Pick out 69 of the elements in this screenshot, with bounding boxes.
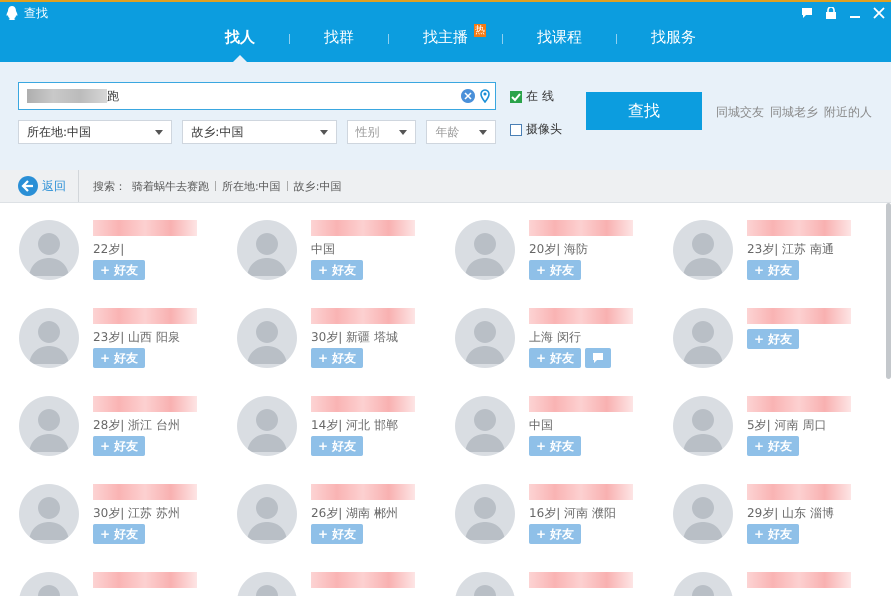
window-title: 查找 bbox=[24, 4, 48, 22]
add-friend-button[interactable]: + 好友 bbox=[747, 329, 800, 349]
user-info: 20岁| 海防 bbox=[529, 241, 590, 255]
lock-icon[interactable] bbox=[825, 7, 837, 19]
add-friend-button[interactable]: + 好友 bbox=[747, 524, 800, 544]
close-icon[interactable] bbox=[873, 7, 885, 19]
user-info: 28岁| 浙江 台州 bbox=[93, 417, 181, 431]
caret-icon bbox=[479, 130, 487, 134]
user-info: 22岁| bbox=[93, 241, 126, 255]
search-term: 所在地:中国 bbox=[222, 178, 281, 194]
search-button[interactable]: 查找 bbox=[586, 92, 702, 130]
user-info: 14岁| 河北 邯郸 bbox=[311, 417, 399, 431]
search-field[interactable]: 跑 bbox=[18, 82, 496, 110]
user-info: 中国 bbox=[311, 241, 336, 255]
user-info: 23岁| 江苏 南通 bbox=[747, 241, 835, 255]
clear-icon[interactable] bbox=[461, 89, 475, 103]
speech-bubble-icon bbox=[592, 353, 604, 363]
add-friend-button[interactable]: + 好友 bbox=[529, 260, 582, 280]
scrollbar[interactable] bbox=[886, 203, 891, 379]
search-term: 骑着蜗牛去赛跑 bbox=[132, 178, 209, 194]
add-friend-button[interactable]: + 好友 bbox=[529, 348, 582, 368]
filter-dropdown[interactable]: 故乡:中国 bbox=[182, 120, 337, 144]
add-friend-button[interactable]: + 好友 bbox=[93, 260, 146, 280]
location-pin-icon[interactable] bbox=[479, 89, 491, 103]
user-info: 23岁| 山西 阳泉 bbox=[93, 329, 181, 343]
add-friend-button[interactable]: + 好友 bbox=[93, 348, 146, 368]
penguin-icon bbox=[6, 6, 18, 20]
search-term: 故乡:中国 bbox=[294, 178, 342, 194]
user-info: 30岁| 新疆 塔城 bbox=[311, 329, 399, 343]
filter-dropdown[interactable]: 性别 bbox=[346, 120, 416, 144]
tab[interactable]: 找群 bbox=[290, 24, 388, 62]
caret-icon bbox=[155, 130, 164, 134]
tab[interactable]: 找课程 bbox=[503, 24, 616, 62]
quick-link[interactable]: 同城老乡 bbox=[770, 104, 818, 170]
user-info: 16岁| 河南 濮阳 bbox=[529, 505, 617, 519]
add-friend-button[interactable]: + 好友 bbox=[529, 524, 582, 544]
caret-icon bbox=[399, 130, 408, 134]
quick-link[interactable]: 同城交友 bbox=[716, 104, 764, 170]
add-friend-button[interactable]: + 好友 bbox=[529, 436, 582, 456]
feedback-icon[interactable] bbox=[801, 7, 813, 19]
add-friend-button[interactable]: + 好友 bbox=[93, 436, 146, 456]
add-friend-button[interactable]: + 好友 bbox=[747, 260, 800, 280]
tab[interactable]: 找服务 bbox=[617, 24, 730, 62]
checkbox[interactable]: 在 线 bbox=[510, 88, 572, 105]
search-label: 搜索： bbox=[93, 178, 126, 194]
user-info: 29岁| 山东 淄博 bbox=[747, 505, 835, 519]
chat-button[interactable] bbox=[585, 348, 612, 368]
checkbox-box[interactable] bbox=[510, 90, 522, 102]
user-info: 30岁| 江苏 苏州 bbox=[93, 505, 181, 519]
user-info: 上海 闵行 bbox=[529, 329, 582, 343]
user-info: 26岁| 湖南 郴州 bbox=[311, 505, 399, 519]
add-friend-button[interactable]: + 好友 bbox=[747, 436, 800, 456]
filter-dropdown[interactable]: 所在地:中国 bbox=[18, 120, 172, 144]
add-friend-button[interactable]: + 好友 bbox=[311, 524, 364, 544]
tab[interactable]: 找人 bbox=[191, 24, 289, 62]
filter-dropdown[interactable]: 年龄 bbox=[426, 120, 496, 144]
checkbox[interactable]: 摄像头 bbox=[510, 121, 572, 138]
add-friend-button[interactable]: + 好友 bbox=[311, 348, 364, 368]
hot-badge: 热 bbox=[474, 24, 486, 37]
back-button[interactable]: 返回 bbox=[0, 170, 79, 202]
add-friend-button[interactable]: + 好友 bbox=[93, 524, 146, 544]
caret-icon bbox=[320, 130, 328, 134]
checkbox-box[interactable] bbox=[510, 124, 522, 136]
add-friend-button[interactable]: + 好友 bbox=[311, 260, 364, 280]
tab[interactable]: 找主播 热 bbox=[389, 24, 502, 62]
quick-link[interactable]: 附近的人 bbox=[824, 104, 872, 170]
user-info: 中国 bbox=[529, 417, 554, 431]
add-friend-button[interactable]: + 好友 bbox=[311, 436, 364, 456]
user-info: 5岁| 河南 周口 bbox=[747, 417, 828, 431]
